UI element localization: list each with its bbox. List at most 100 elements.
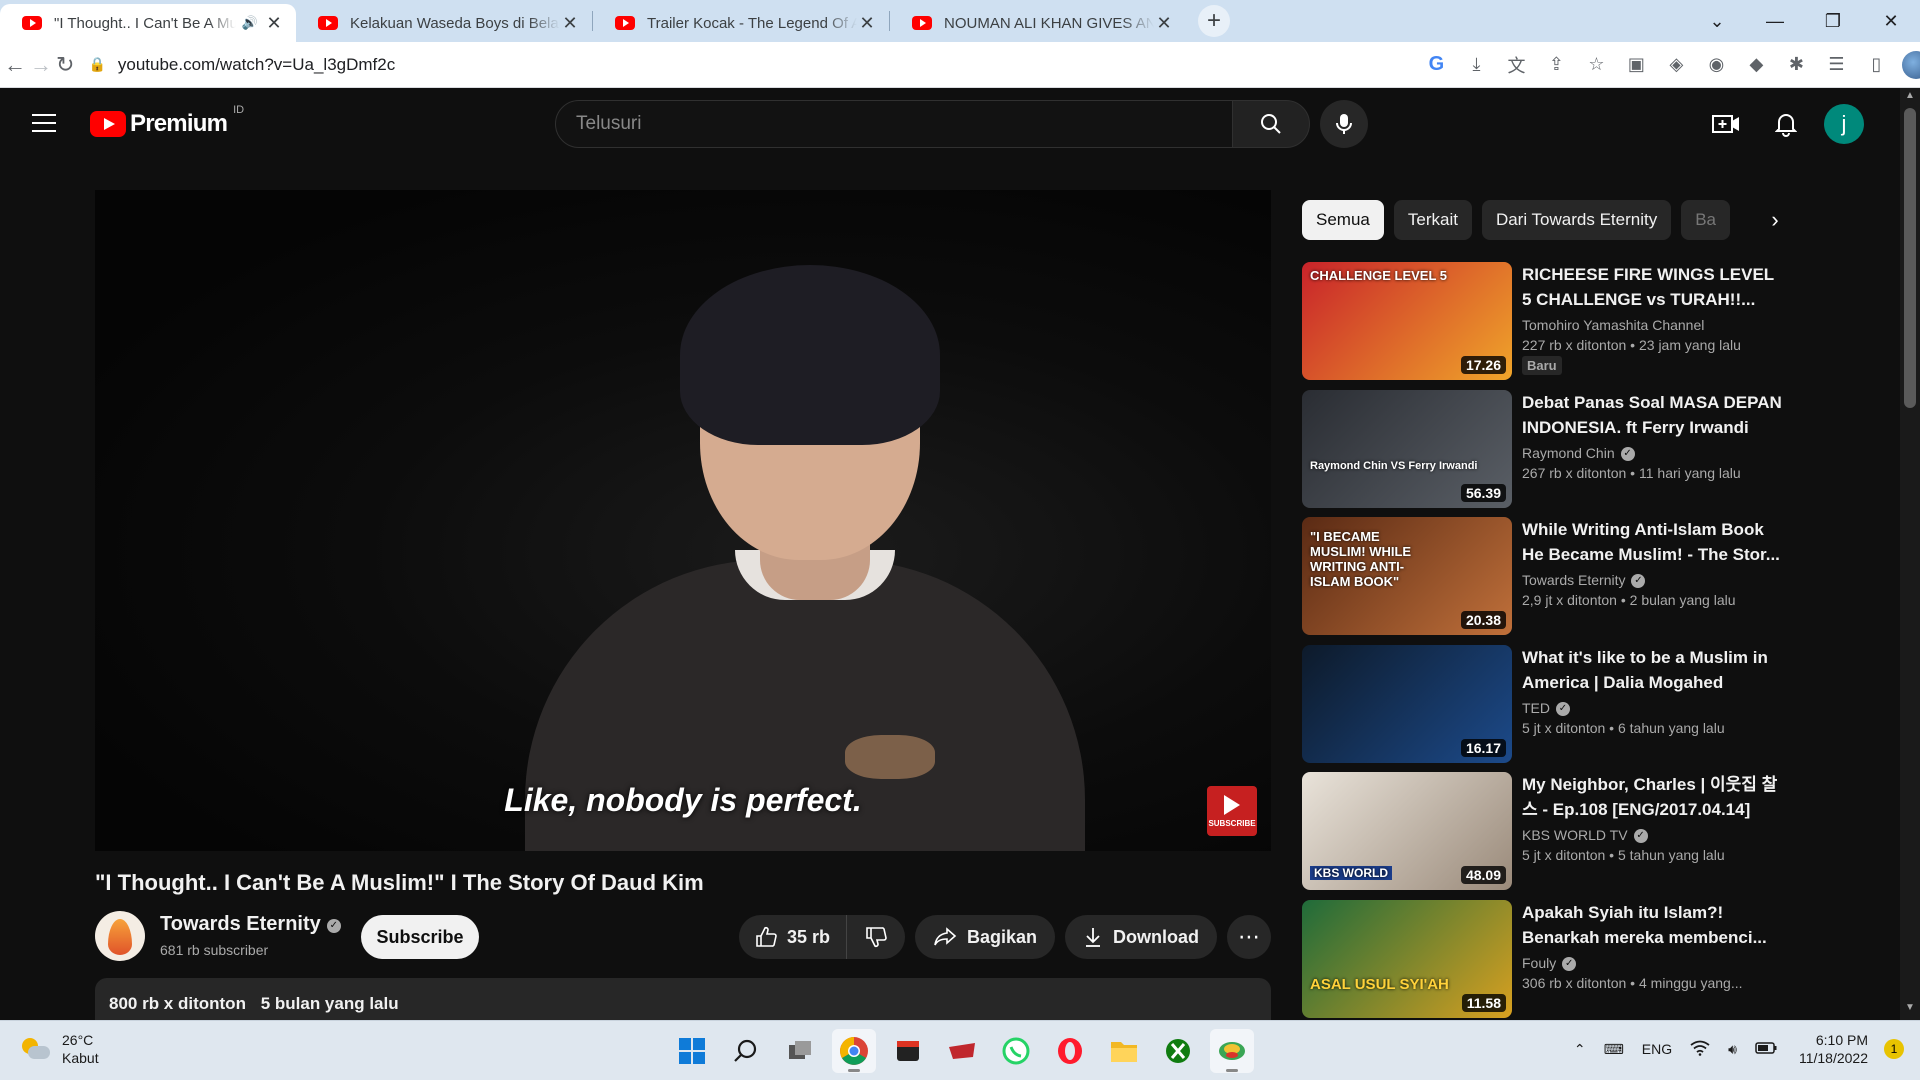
google-icon[interactable]: G — [1422, 51, 1450, 79]
user-avatar[interactable]: j — [1824, 104, 1864, 144]
recommendation-channel[interactable]: Raymond Chin ✓ — [1522, 445, 1782, 461]
recommendation-title[interactable]: Debat Panas Soal MASA DEPAN INDONESIA. f… — [1522, 390, 1782, 440]
address-bar[interactable]: 🔒 youtube.com/watch?v=Ua_l3gDmf2c — [82, 48, 1412, 82]
close-tab-icon[interactable]: ✕ — [1154, 13, 1174, 34]
opera-taskbar-button[interactable] — [1048, 1029, 1092, 1073]
subscribe-watermark[interactable]: SUBSCRIBE — [1207, 786, 1257, 836]
recommendation-title[interactable]: While Writing Anti-Islam Book He Became … — [1522, 517, 1782, 567]
page-scrollbar[interactable]: ▲ ▼ — [1900, 88, 1920, 1020]
speaker-icon[interactable]: 🔊 — [242, 15, 258, 31]
language-indicator[interactable]: ENG — [1642, 1041, 1672, 1057]
tab-search-icon[interactable]: ⌄ — [1688, 0, 1746, 42]
notifications-button[interactable] — [1762, 100, 1810, 148]
video-thumbnail[interactable]: CHALLENGE LEVEL 5 17.26 — [1302, 262, 1512, 380]
subscribe-button[interactable]: Subscribe — [361, 915, 479, 959]
recommendation-item[interactable]: CHALLENGE LEVEL 5 17.26 RICHEESE FIRE WIN… — [1302, 262, 1782, 390]
reload-button[interactable]: ↻ — [56, 45, 74, 85]
voice-search-button[interactable] — [1320, 100, 1368, 148]
search-input[interactable]: Telusuri — [555, 100, 1233, 148]
wifi-icon[interactable] — [1690, 1040, 1710, 1059]
recommendation-item[interactable]: KBS WORLD 48.09 My Neighbor, Charles | 이웃… — [1302, 772, 1782, 900]
file-explorer-taskbar-button[interactable] — [1102, 1029, 1146, 1073]
chip-all[interactable]: Semua — [1302, 200, 1384, 240]
scroll-down-icon[interactable]: ▼ — [1900, 1002, 1920, 1020]
like-button[interactable]: 35 rb — [739, 915, 847, 959]
close-window-button[interactable]: ✕ — [1862, 0, 1920, 42]
chip-related[interactable]: Terkait — [1393, 200, 1472, 240]
reading-list-icon[interactable]: ☰ — [1822, 51, 1850, 79]
chip-from-channel[interactable]: Dari Towards Eternity — [1481, 200, 1672, 240]
vpn-extension-icon[interactable]: ◉ — [1702, 51, 1730, 79]
recommendation-channel[interactable]: TED ✓ — [1522, 700, 1782, 716]
youtube-premium-logo[interactable]: Premium ID — [90, 104, 244, 138]
side-panel-icon[interactable]: ▯ — [1862, 51, 1890, 79]
forward-button[interactable]: → — [30, 45, 52, 85]
chips-next-icon[interactable]: › — [1760, 199, 1790, 241]
app-running-taskbar-button[interactable] — [1210, 1029, 1254, 1073]
recommendation-channel[interactable]: KBS WORLD TV ✓ — [1522, 827, 1782, 843]
share-button[interactable]: Bagikan — [914, 915, 1055, 959]
close-tab-icon[interactable]: ✕ — [857, 13, 877, 34]
recommendation-channel[interactable]: Fouly ✓ — [1522, 955, 1782, 971]
app-taskbar-button[interactable] — [886, 1029, 930, 1073]
share-icon[interactable]: ⇪ — [1542, 51, 1570, 79]
browser-tab[interactable]: Trailer Kocak - The Legend Of Aliando ✕ — [593, 4, 889, 42]
show-hidden-icons[interactable]: ⌃ — [1574, 1041, 1586, 1058]
download-button[interactable]: Download — [1065, 915, 1217, 959]
recommendation-title[interactable]: Apakah Syiah itu Islam?! Benarkah mereka… — [1522, 900, 1782, 950]
browser-tab-active[interactable]: "I Thought.. I Can't Be A Muslim!" I The… — [0, 4, 296, 42]
video-player[interactable]: Like, nobody is perfect. SUBSCRIBE — [95, 190, 1271, 851]
search-taskbar-button[interactable] — [724, 1029, 768, 1073]
whatsapp-taskbar-button[interactable] — [994, 1029, 1038, 1073]
video-thumbnail[interactable]: "I BECAME MUSLIM! WHILE WRITING ANTI-ISL… — [1302, 517, 1512, 635]
recommendation-title[interactable]: My Neighbor, Charles | 이웃집 찰스 - Ep.108 [… — [1522, 772, 1782, 822]
close-tab-icon[interactable]: ✕ — [560, 13, 580, 34]
system-clock[interactable]: 6:10 PM 11/18/2022 — [1799, 1031, 1868, 1067]
start-button[interactable] — [670, 1029, 714, 1073]
xbox-taskbar-button[interactable] — [1156, 1029, 1200, 1073]
recommendation-title[interactable]: RICHEESE FIRE WINGS LEVEL 5 CHALLENGE vs… — [1522, 262, 1782, 312]
video-thumbnail[interactable]: ASAL USUL SYI'AH 11.58 — [1302, 899, 1512, 1018]
task-view-button[interactable] — [778, 1029, 822, 1073]
scrollbar-thumb[interactable] — [1904, 108, 1916, 408]
channel-name[interactable]: Towards Eternity ✓ — [160, 913, 341, 936]
search-button[interactable] — [1232, 100, 1310, 148]
lock-icon[interactable]: 🔒 — [88, 56, 105, 73]
notification-badge[interactable]: 1 — [1884, 1039, 1904, 1059]
battery-icon[interactable] — [1755, 1041, 1777, 1057]
extension-icon[interactable]: ▣ — [1622, 51, 1650, 79]
close-tab-icon[interactable]: ✕ — [264, 13, 284, 34]
bookmark-star-icon[interactable]: ☆ — [1582, 51, 1610, 79]
channel-avatar[interactable] — [95, 911, 145, 961]
recommendation-channel[interactable]: Towards Eternity ✓ — [1522, 572, 1782, 588]
keyboard-icon[interactable]: ⌨ — [1604, 1041, 1624, 1058]
video-thumbnail[interactable]: KBS WORLD 48.09 — [1302, 772, 1512, 890]
install-icon[interactable]: ⤓ — [1462, 51, 1490, 79]
chrome-taskbar-button[interactable] — [832, 1029, 876, 1073]
notification-extension-icon[interactable]: ◆ — [1742, 51, 1770, 79]
browser-tab[interactable]: Kelakuan Waseda Boys di Belakang Layar ✕ — [296, 4, 592, 42]
dislike-button[interactable] — [847, 915, 905, 959]
recommendation-channel[interactable]: Tomohiro Yamashita Channel — [1522, 317, 1782, 333]
new-tab-button[interactable]: + — [1198, 5, 1230, 37]
restore-button[interactable]: ❐ — [1804, 0, 1862, 42]
minimize-button[interactable]: — — [1746, 0, 1804, 42]
chip-partial[interactable]: Ba — [1681, 200, 1730, 240]
recommendation-item[interactable]: "I BECAME MUSLIM! WHILE WRITING ANTI-ISL… — [1302, 517, 1782, 645]
video-thumbnail[interactable]: Raymond Chin VS Ferry Irwandi 56.39 — [1302, 389, 1512, 508]
weather-widget[interactable]: 26°C Kabut — [22, 1031, 99, 1067]
more-actions-button[interactable]: ⋯ — [1227, 915, 1271, 959]
scroll-up-icon[interactable]: ▲ — [1900, 90, 1920, 108]
volume-icon[interactable]: 🔊︎ — [1728, 1041, 1737, 1058]
recommendation-item[interactable]: ASAL USUL SYI'AH 11.58 Apakah Syiah itu I… — [1302, 899, 1782, 1028]
browser-tab[interactable]: NOUMAN ALI KHAN GIVES AND SAYS ✕ — [890, 4, 1186, 42]
profile-avatar[interactable] — [1902, 50, 1920, 79]
puzzle-extensions-icon[interactable]: ✱ — [1782, 51, 1810, 79]
recommendation-item[interactable]: Raymond Chin VS Ferry Irwandi 56.39 Debat… — [1302, 389, 1782, 518]
video-thumbnail[interactable]: 16.17 — [1302, 644, 1512, 763]
recommendation-title[interactable]: What it's like to be a Muslim in America… — [1522, 645, 1782, 695]
back-button[interactable]: ← — [4, 45, 26, 85]
menu-icon[interactable] — [32, 114, 56, 132]
recommendation-item[interactable]: 16.17 What it's like to be a Muslim in A… — [1302, 644, 1782, 773]
translate-extension-icon[interactable]: ◈ — [1662, 51, 1690, 79]
